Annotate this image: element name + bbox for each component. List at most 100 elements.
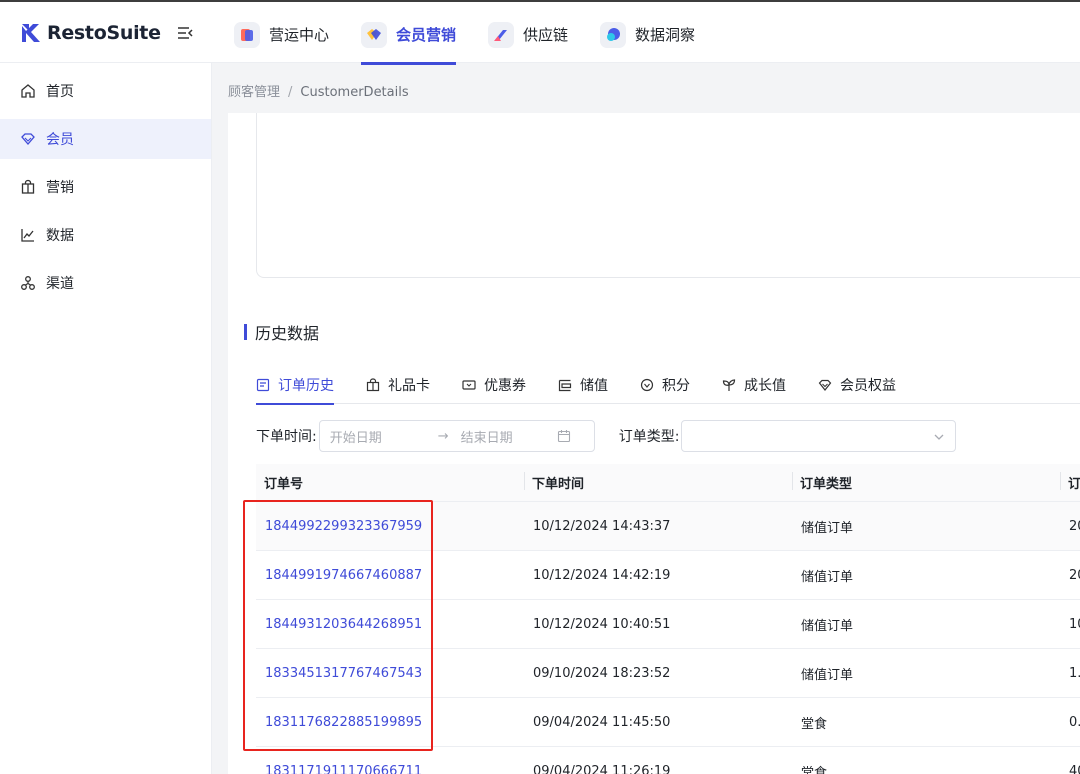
customer-info-card [256, 113, 1080, 278]
tab-coupon[interactable]: 优惠券 [462, 365, 526, 404]
column-header-order-type: 订单类型 [792, 472, 1060, 492]
order-number-link[interactable]: 1844991974667460887 [256, 568, 524, 583]
breadcrumb-separator: / [288, 85, 293, 100]
nav-label: 数据洞察 [635, 26, 696, 44]
collapse-menu-icon[interactable] [176, 24, 194, 42]
nav-operations[interactable]: 营运中心 [234, 4, 329, 65]
nav-member-marketing[interactable]: 会员营销 [361, 4, 457, 65]
start-date-input[interactable]: 开始日期 [330, 427, 428, 446]
order-type-cell: 储值订单 [801, 520, 854, 536]
order-type-label: 订单类型: [618, 429, 680, 445]
tab-stored-value[interactable]: 储值 [558, 365, 608, 404]
main-panel: 历史数据 订单历史 礼品卡 优惠券 储值 积分 成长值 会员权益 下单时间: 开… [228, 113, 1080, 774]
table-row: 1844991974667460887 10/12/2024 14:42:19 储值… [256, 551, 1080, 600]
sidebar-item-label: 渠道 [46, 276, 74, 292]
sidebar-item-label: 会员 [46, 132, 74, 148]
tab-label: 优惠券 [484, 377, 526, 394]
nav-supply-chain[interactable]: 供应链 [488, 4, 568, 65]
table-row: 1833451317767467543 09/10/2024 18:23:52 储值… [256, 649, 1080, 698]
column-header-order-time: 下单时间 [524, 472, 792, 492]
sidebar-item-member[interactable]: 会员 [0, 119, 211, 159]
tab-label: 订单历史 [278, 377, 334, 394]
order-number-link[interactable]: 1831176822885199895 [256, 715, 524, 730]
tab-order-history[interactable]: 订单历史 [256, 365, 334, 405]
history-tabs: 订单历史 礼品卡 优惠券 储值 积分 成长值 会员权益 [256, 365, 1080, 405]
tab-member-benefits[interactable]: 会员权益 [818, 365, 896, 404]
chevron-down-icon [934, 434, 944, 440]
tab-label: 储值 [580, 377, 608, 394]
sidebar-item-channels[interactable]: 渠道 [0, 263, 211, 303]
truncated-cell: 20 [1069, 518, 1080, 534]
order-time-cell: 09/04/2024 11:26:19 [533, 763, 671, 774]
data-insight-icon [600, 21, 627, 48]
wallet-icon [558, 379, 572, 391]
line-chart-icon [21, 229, 34, 242]
tab-label: 礼品卡 [388, 377, 430, 394]
tab-points[interactable]: 积分 [640, 365, 690, 404]
sidebar: 首页 会员 营销 数据 渠道 [0, 63, 212, 774]
sidebar-item-data[interactable]: 数据 [0, 215, 211, 255]
order-type-cell: 储值订单 [801, 667, 854, 683]
operations-icon [234, 21, 260, 48]
order-history-table: 订单号 下单时间 订单类型 订 1844992299323367959 10/12… [256, 464, 1080, 774]
section-title-text: 历史数据 [255, 324, 320, 343]
table-row: 1831176822885199895 09/04/2024 11:45:50 堂食… [256, 698, 1080, 747]
column-header-order-no: 订单号 [264, 477, 304, 492]
end-date-input[interactable]: 结束日期 [461, 427, 557, 446]
breadcrumb-parent[interactable]: 顾客管理 [228, 85, 280, 100]
nav-label: 供应链 [523, 26, 569, 44]
member-marketing-icon [361, 21, 388, 48]
order-time-cell: 10/12/2024 10:40:51 [533, 616, 671, 632]
order-number-link[interactable]: 1844931203644268951 [256, 617, 524, 632]
sidebar-item-marketing[interactable]: 营销 [0, 167, 211, 207]
column-header-truncated: 订 [1060, 472, 1080, 492]
table-body: 1844992299323367959 10/12/2024 14:43:37 储值… [256, 502, 1080, 774]
nav-label: 会员营销 [396, 26, 457, 44]
sidebar-item-label: 营销 [46, 180, 74, 196]
order-number-link[interactable]: 1831171911170666711 [256, 764, 524, 774]
order-time-label: 下单时间: [256, 429, 317, 445]
tab-growth-value[interactable]: 成长值 [722, 365, 786, 404]
top-nav: 营运中心 会员营销 供应链 数据洞察 [234, 4, 727, 65]
section-title-bar [244, 324, 247, 340]
order-type-select[interactable] [681, 420, 957, 452]
nav-data-insight[interactable]: 数据洞察 [600, 4, 695, 65]
home-icon [21, 84, 35, 98]
order-number-link[interactable]: 1844992299323367959 [256, 519, 524, 534]
tab-label: 积分 [662, 377, 690, 394]
tab-gift-card[interactable]: 礼品卡 [366, 365, 430, 404]
diamond-icon [21, 133, 35, 145]
breadcrumb-current: CustomerDetails [300, 85, 409, 100]
order-type-cell: 堂食 [801, 765, 828, 774]
order-doc-icon [256, 378, 270, 391]
order-type-cell: 堂食 [801, 716, 828, 732]
tab-label: 成长值 [744, 377, 786, 394]
order-time-cell: 09/04/2024 11:45:50 [533, 714, 671, 730]
truncated-cell: 20 [1069, 567, 1080, 583]
brand-name: RestoSuite [47, 22, 161, 44]
calendar-icon [557, 430, 570, 443]
section-title: 历史数据 [244, 320, 319, 344]
breadcrumb: 顾客管理 / CustomerDetails [228, 81, 409, 100]
truncated-cell: 40 [1069, 763, 1080, 774]
sidebar-item-home[interactable]: 首页 [0, 71, 211, 111]
sidebar-item-label: 首页 [46, 84, 74, 100]
points-icon [640, 378, 654, 391]
truncated-cell: 10 [1069, 616, 1080, 632]
diamond-icon [818, 379, 832, 391]
truncated-cell: 1. [1069, 665, 1080, 681]
order-number-link[interactable]: 1833451317767467543 [256, 666, 524, 681]
coupon-icon [462, 379, 476, 390]
order-type-cell: 储值订单 [801, 569, 854, 585]
filter-bar: 下单时间: 开始日期 → 结束日期 订单类型: [256, 420, 957, 452]
logo[interactable]: RestoSuite [20, 22, 161, 44]
gift-bag-icon [21, 179, 35, 194]
table-row: 1844931203644268951 10/12/2024 10:40:51 储值… [256, 600, 1080, 649]
date-range-picker[interactable]: 开始日期 → 结束日期 [318, 420, 595, 452]
order-time-cell: 10/12/2024 14:43:37 [533, 518, 671, 534]
gift-icon [366, 377, 380, 391]
table-row: 1831171911170666711 09/04/2024 11:26:19 堂食… [256, 747, 1080, 774]
restosuite-logo-icon [22, 24, 40, 42]
supply-chain-icon [488, 21, 515, 48]
order-type-cell: 储值订单 [801, 618, 854, 634]
